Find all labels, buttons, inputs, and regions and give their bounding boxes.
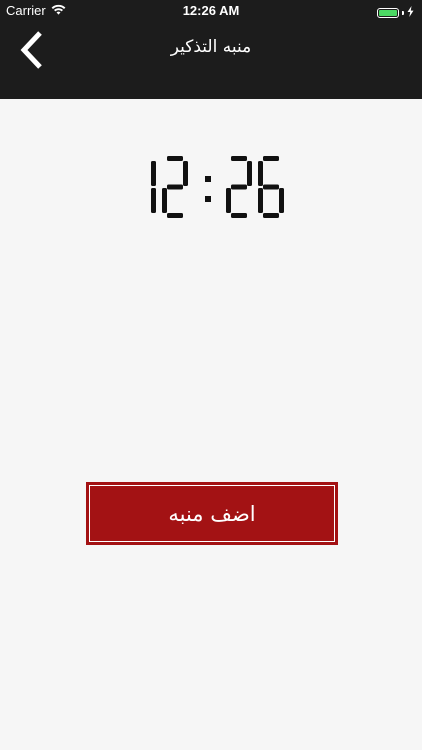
clock-segment <box>263 184 279 190</box>
clock-segment <box>167 213 183 218</box>
clock-display <box>151 156 284 218</box>
clock-colon-dot <box>205 196 211 202</box>
battery-icon <box>377 7 399 18</box>
page-title: منبه التذكير <box>170 37 252 57</box>
add-alarm-label: اضف منبه <box>168 501 256 526</box>
clock-digit <box>151 161 156 213</box>
clock-segment <box>162 188 167 213</box>
charging-icon <box>407 5 414 20</box>
clock-colon-dot <box>205 176 211 182</box>
clock-segment <box>151 161 156 186</box>
clock-segment <box>167 184 183 190</box>
clock-segment <box>226 188 231 213</box>
clock-segment <box>258 188 263 213</box>
clock-segment <box>263 156 279 161</box>
clock-segment <box>263 213 279 218</box>
battery-nub <box>402 10 404 15</box>
status-bar: Carrier 12:26 AM <box>0 0 422 22</box>
clock-digit <box>162 156 188 218</box>
add-alarm-button[interactable]: اضف منبه <box>86 482 338 545</box>
nav-bar: منبه التذكير <box>0 22 422 99</box>
clock-segment <box>167 156 183 161</box>
clock-digit <box>258 156 284 218</box>
clock-segment <box>231 213 247 218</box>
clock-segment <box>247 161 252 186</box>
clock-digit <box>226 156 252 218</box>
clock-segment <box>231 184 247 190</box>
clock-segment <box>183 161 188 186</box>
digital-clock <box>0 152 422 226</box>
clock-segment <box>231 156 247 161</box>
clock-segment <box>258 161 263 186</box>
add-alarm-button-inner: اضف منبه <box>89 485 335 542</box>
clock-segment <box>151 188 156 213</box>
clock-segment <box>279 188 284 213</box>
battery-level <box>379 9 397 16</box>
status-time: 12:26 AM <box>182 3 240 18</box>
clock-colon <box>205 176 211 202</box>
status-right <box>377 5 414 20</box>
